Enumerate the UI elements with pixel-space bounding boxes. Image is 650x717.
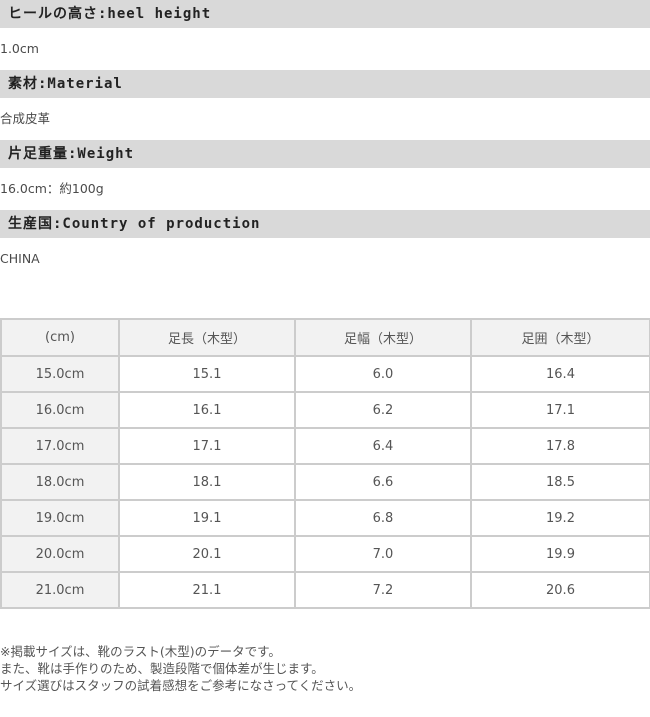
spec-heel-height: ヒールの高さ:heel height 1.0cm xyxy=(0,0,650,70)
foot-length-cell: 21.1 xyxy=(118,571,296,609)
size-cell: 17.0cm xyxy=(0,427,120,465)
spec-weight: 片足重量:Weight 16.0cm：約100g xyxy=(0,140,650,210)
size-cell: 18.0cm xyxy=(0,463,120,501)
table-row: 18.0cm 18.1 6.6 18.5 xyxy=(0,463,650,501)
foot-length-cell: 20.1 xyxy=(118,535,296,573)
foot-width-cell: 7.2 xyxy=(294,571,472,609)
foot-girth-cell: 17.1 xyxy=(470,391,650,429)
header-foot-width: 足幅（木型） xyxy=(294,318,472,357)
foot-length-cell: 16.1 xyxy=(118,391,296,429)
foot-width-cell: 6.2 xyxy=(294,391,472,429)
spec-value: 16.0cm：約100g xyxy=(0,181,104,196)
size-cell: 15.0cm xyxy=(0,355,120,393)
spec-country: 生産国:Country of production CHINA xyxy=(0,210,650,280)
spec-value: 1.0cm xyxy=(0,41,39,56)
foot-girth-cell: 20.6 xyxy=(470,571,650,609)
spec-material: 素材:Material 合成皮革 xyxy=(0,70,650,140)
spec-header: 素材:Material xyxy=(0,70,650,98)
table-row: 21.0cm 21.1 7.2 20.6 xyxy=(0,571,650,609)
spec-value: CHINA xyxy=(0,251,40,266)
foot-girth-cell: 17.8 xyxy=(470,427,650,465)
foot-length-cell: 19.1 xyxy=(118,499,296,537)
foot-length-cell: 15.1 xyxy=(118,355,296,393)
foot-width-cell: 7.0 xyxy=(294,535,472,573)
table-row: 19.0cm 19.1 6.8 19.2 xyxy=(0,499,650,537)
foot-girth-cell: 16.4 xyxy=(470,355,650,393)
note-line: サイズ選びはスタッフの試着感想をご参考になさってください。 xyxy=(0,678,362,693)
size-notes: ※掲載サイズは、靴のラスト(木型)のデータです。 また、靴は手作りのため、製造段… xyxy=(0,643,361,694)
size-cell: 16.0cm xyxy=(0,391,120,429)
spec-header: 片足重量:Weight xyxy=(0,140,650,168)
spec-header: 生産国:Country of production xyxy=(0,210,650,238)
table-header-row: (cm) 足長（木型） 足幅（木型） 足囲（木型） xyxy=(0,318,650,357)
foot-width-cell: 6.6 xyxy=(294,463,472,501)
spec-value: 合成皮革 xyxy=(0,111,51,126)
header-foot-girth: 足囲（木型） xyxy=(470,318,650,357)
size-cell: 19.0cm xyxy=(0,499,120,537)
foot-length-cell: 18.1 xyxy=(118,463,296,501)
size-cell: 21.0cm xyxy=(0,571,120,609)
spec-header: ヒールの高さ:heel height xyxy=(0,0,650,28)
foot-width-cell: 6.0 xyxy=(294,355,472,393)
table-row: 20.0cm 20.1 7.0 19.9 xyxy=(0,535,650,573)
foot-girth-cell: 18.5 xyxy=(470,463,650,501)
foot-width-cell: 6.8 xyxy=(294,499,472,537)
note-line: また、靴は手作りのため、製造段階で個体差が生じます。 xyxy=(0,661,324,676)
foot-girth-cell: 19.2 xyxy=(470,499,650,537)
table-row: 15.0cm 15.1 6.0 16.4 xyxy=(0,355,650,393)
foot-girth-cell: 19.9 xyxy=(470,535,650,573)
table-row: 17.0cm 17.1 6.4 17.8 xyxy=(0,427,650,465)
foot-length-cell: 17.1 xyxy=(118,427,296,465)
size-table: (cm) 足長（木型） 足幅（木型） 足囲（木型） 15.0cm 15.1 6.… xyxy=(0,318,650,609)
table-row: 16.0cm 16.1 6.2 17.1 xyxy=(0,391,650,429)
foot-width-cell: 6.4 xyxy=(294,427,472,465)
note-line: ※掲載サイズは、靴のラスト(木型)のデータです。 xyxy=(0,644,281,659)
header-foot-length: 足長（木型） xyxy=(118,318,296,357)
size-cell: 20.0cm xyxy=(0,535,120,573)
header-size: (cm) xyxy=(0,318,120,357)
